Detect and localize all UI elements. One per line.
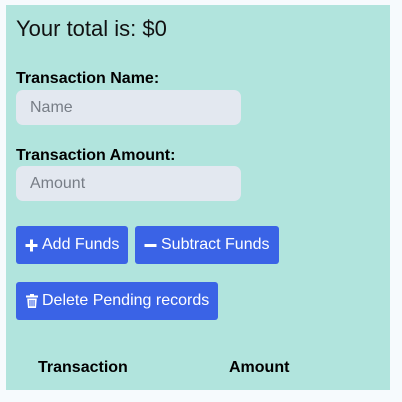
- subtract-funds-button[interactable]: Subtract Funds: [135, 226, 279, 264]
- subtract-funds-label: Subtract Funds: [161, 236, 270, 253]
- minus-icon: [144, 239, 157, 252]
- transaction-amount-label: Transaction Amount:: [16, 147, 176, 164]
- total-display: Your total is: $0: [16, 15, 167, 43]
- transaction-name-label: Transaction Name:: [16, 70, 160, 87]
- plus-icon: [25, 239, 38, 252]
- trash-icon: [25, 294, 38, 308]
- add-funds-label: Add Funds: [42, 236, 120, 253]
- budget-panel: Your total is: $0 Transaction Name: Tran…: [6, 5, 390, 390]
- delete-pending-label: Delete Pending records: [42, 292, 210, 309]
- delete-pending-button[interactable]: Delete Pending records: [16, 282, 219, 320]
- transaction-name-input[interactable]: [16, 90, 241, 125]
- table-header-transaction: Transaction: [38, 359, 128, 376]
- table-header-amount: Amount: [229, 359, 290, 376]
- total-amount: $0: [142, 16, 167, 41]
- total-prefix: Your total is:: [16, 16, 143, 41]
- add-funds-button[interactable]: Add Funds: [16, 226, 129, 264]
- transaction-amount-input[interactable]: [16, 166, 241, 201]
